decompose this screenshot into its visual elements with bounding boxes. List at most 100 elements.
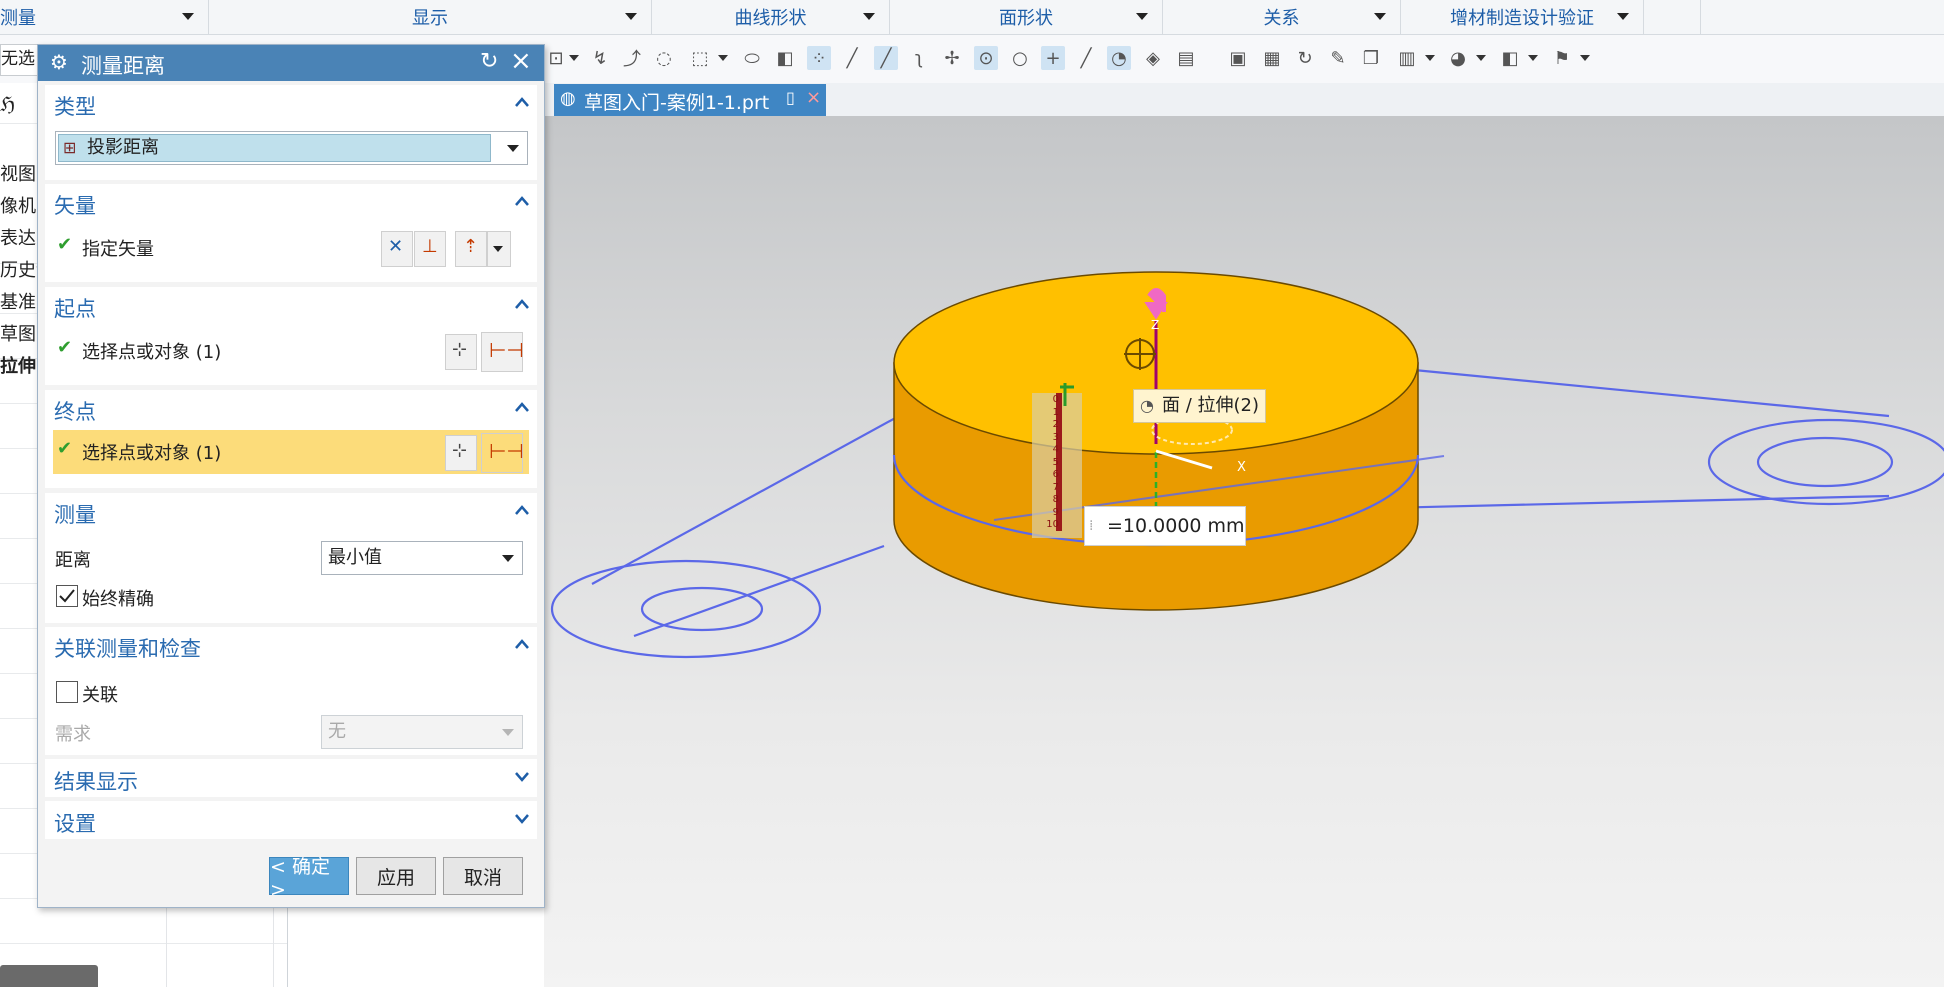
point-type-button[interactable]: ⊢⊣	[481, 433, 524, 473]
cylinder-icon[interactable]: ⬭	[740, 46, 764, 70]
document-copy-icon[interactable]: ▯	[786, 88, 795, 107]
chevron-down-icon[interactable]	[1528, 55, 1538, 61]
cube-icon[interactable]: ◧	[773, 46, 797, 70]
chevron-up-icon[interactable]	[515, 503, 529, 517]
nav-item-expression[interactable]: 表达式	[0, 224, 40, 254]
arrow-curve-icon[interactable]: ↯	[588, 46, 612, 70]
drag-handle-icon[interactable]: ⁞	[1089, 507, 1093, 545]
shape-icon[interactable]: ◈	[1141, 46, 1165, 70]
group-curve-shape[interactable]: 曲线形状	[652, 0, 890, 34]
close-icon[interactable]: ×	[510, 46, 532, 76]
chevron-down-icon[interactable]	[718, 55, 728, 61]
group-curve-shape-label: 曲线形状	[734, 8, 807, 29]
chevron-up-icon[interactable]	[515, 637, 529, 651]
section-start-header[interactable]: 起点	[45, 287, 537, 323]
rotate-icon[interactable]: ↻	[1293, 46, 1317, 70]
group-display[interactable]: 显示	[209, 0, 652, 34]
cube-icon[interactable]: ◧	[1498, 46, 1522, 70]
chevron-down-icon[interactable]	[569, 55, 579, 61]
model-canvas[interactable]	[544, 116, 1944, 987]
start-point-row[interactable]: ✔ 选择点或对象 (1) ⊹ ⊢⊣	[45, 329, 537, 373]
chevron-down-icon[interactable]	[507, 145, 519, 152]
chevron-down-icon[interactable]	[1425, 55, 1435, 61]
measurement-label[interactable]: ⁞ =10.0000 mm	[1084, 506, 1246, 546]
section-end-header[interactable]: 终点	[45, 390, 537, 426]
curve-icon[interactable]: ʅ	[907, 46, 931, 70]
image-icon[interactable]: ▦	[1260, 46, 1284, 70]
divider	[0, 943, 287, 944]
intersection-icon[interactable]: ✢	[940, 46, 964, 70]
ok-button[interactable]: < 确定 >	[269, 856, 349, 901]
part-file-icon: ◍	[560, 88, 576, 109]
group-measure[interactable]: 测量	[0, 0, 209, 34]
chevron-up-icon[interactable]	[515, 194, 529, 208]
reverse-direction-button[interactable]: ✕	[381, 231, 413, 267]
section-result-display[interactable]: 结果显示	[45, 759, 537, 797]
close-icon[interactable]: ×	[806, 87, 821, 108]
line-icon[interactable]: ╱	[840, 46, 864, 70]
table-icon[interactable]: ▥	[1395, 46, 1419, 70]
point-type-button[interactable]: ⊢⊣	[481, 332, 524, 372]
section-measure-header[interactable]: 测量	[45, 493, 537, 529]
group-additive[interactable]: 增材制造设计验证	[1401, 0, 1644, 34]
flag-icon[interactable]: ⚑	[1550, 46, 1574, 70]
brush-icon[interactable]: ✎	[1326, 46, 1350, 70]
vector-row[interactable]: ✔ 指定矢量 ✕ ⊥ ⇡	[45, 226, 537, 270]
vector-dialog-button[interactable]: ⊥	[414, 231, 446, 267]
associative-checkbox[interactable]	[56, 681, 78, 703]
vector-type-dropdown[interactable]	[487, 231, 511, 267]
chevron-up-icon[interactable]	[515, 297, 529, 311]
section-assoc-header[interactable]: 关联测量和检查	[45, 627, 537, 663]
point-dialog-button[interactable]: ⊹	[445, 435, 477, 471]
always-exact-checkbox[interactable]	[56, 585, 78, 607]
nav-item-datum[interactable]: 基准	[0, 288, 40, 318]
bottom-tab[interactable]	[0, 965, 98, 987]
vector-type-button[interactable]: ⇡	[455, 231, 487, 267]
dialog-title-bar[interactable]: ⚙ 测量距离 ↻ ×	[38, 45, 544, 81]
nav-item-sketch[interactable]: 草图	[0, 320, 40, 350]
nav-item-view[interactable]: 视图	[0, 160, 40, 190]
selection-filter-field[interactable]: 无选	[0, 44, 42, 76]
center-point-icon[interactable]: ⊙	[974, 46, 998, 70]
snap-icon[interactable]: ⊡	[544, 46, 568, 70]
section-type-header[interactable]: 类型	[45, 85, 537, 121]
distance-dropdown[interactable]: 最小值	[321, 541, 523, 575]
chevron-down-icon[interactable]	[1580, 55, 1590, 61]
chevron-up-icon[interactable]	[515, 400, 529, 414]
view-icon[interactable]: ▣	[1226, 46, 1250, 70]
chevron-up-icon[interactable]	[515, 95, 529, 109]
layer-icon[interactable]: ▤	[1174, 46, 1198, 70]
graphics-viewport[interactable]: 0 1 2 3 4 5 6 7 8 9 10 Z X ◔ 面 / 拉伸(2) ⁞…	[544, 116, 1944, 987]
nav-item-extrude[interactable]: 拉伸	[0, 352, 40, 382]
magnet-icon[interactable]: ◔	[1107, 46, 1131, 70]
nav-item-camera[interactable]: 像机	[0, 192, 40, 222]
tool-icon[interactable]: ⤴	[620, 46, 644, 70]
circle-point-icon[interactable]: ○	[1008, 46, 1032, 70]
reset-icon[interactable]: ↻	[480, 49, 498, 74]
section-settings[interactable]: 设置	[45, 801, 537, 839]
sphere-icon[interactable]: ◌	[652, 46, 676, 70]
section-assoc-label: 关联测量和检查	[54, 637, 201, 661]
group-face-shape[interactable]: 面形状	[890, 0, 1163, 34]
end-point-row[interactable]: ✔ 选择点或对象 (1) ⊹ ⊢⊣	[53, 430, 529, 474]
copy-icon[interactable]: ❐	[1359, 46, 1383, 70]
dots-icon[interactable]: ⁘	[807, 46, 831, 70]
render-icon[interactable]: ◕	[1446, 46, 1470, 70]
chevron-down-icon[interactable]	[1476, 55, 1486, 61]
apply-button[interactable]: 应用	[356, 857, 436, 895]
document-tab[interactable]: ◍ 草图入门-案例1-1.prt ▯ ×	[554, 84, 826, 116]
box-select-icon[interactable]: ⬚	[688, 46, 712, 70]
chevron-down-icon[interactable]	[515, 811, 529, 825]
nav-item-history[interactable]: 历史记	[0, 256, 40, 286]
filter-icon[interactable]: ℌ	[0, 92, 40, 122]
cancel-button[interactable]: 取消	[443, 857, 523, 895]
plus-point-icon[interactable]: +	[1041, 46, 1065, 70]
line-icon[interactable]: ╱	[1074, 46, 1098, 70]
line-icon[interactable]: ╱	[874, 46, 898, 70]
point-dialog-button[interactable]: ⊹	[445, 334, 477, 370]
group-relation[interactable]: 关系	[1163, 0, 1401, 34]
section-vector-header[interactable]: 矢量	[45, 184, 537, 220]
gear-icon[interactable]: ⚙	[50, 50, 68, 74]
type-dropdown[interactable]: ⊞ 投影距离	[55, 131, 528, 165]
chevron-down-icon[interactable]	[515, 769, 529, 783]
